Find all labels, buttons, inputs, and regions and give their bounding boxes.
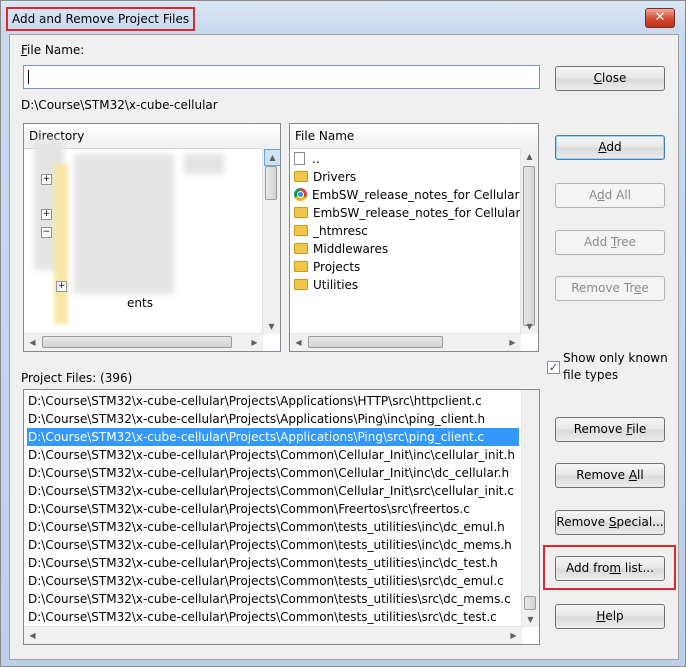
dialog-client-area: File Name: D:\Course\STM32\x-cube-cellul… [9,34,679,660]
file-list-item-label: EmbSW_release_notes_for Cellular 1 [313,206,532,220]
scroll-thumb[interactable] [524,596,536,610]
project-file-row[interactable]: D:\Course\STM32\x-cube-cellular\Projects… [27,446,519,464]
directory-horizontal-scrollbar[interactable]: ◀ ▶ [24,333,263,351]
project-file-row[interactable]: D:\Course\STM32\x-cube-cellular\Projects… [27,410,519,428]
help-button[interactable]: Help [555,604,665,629]
text-caret [28,70,29,84]
project-file-row[interactable]: D:\Course\STM32\x-cube-cellular\Projects… [27,572,519,590]
scroll-left-icon[interactable]: ◀ [25,335,40,350]
add-button[interactable]: Add [555,135,665,160]
expand-icon[interactable]: + [41,209,52,220]
project-file-row[interactable]: D:\Course\STM32\x-cube-cellular\Projects… [27,608,519,626]
expand-icon[interactable]: + [56,281,67,292]
file-list-item-label: EmbSW_release_notes_for Cellular 1 [312,188,531,202]
folder-icon [294,279,308,290]
collapse-icon[interactable]: − [41,227,52,238]
project-files-vertical-scrollbar[interactable]: ▼ [521,390,539,627]
close-button[interactable]: Close [555,66,665,91]
scroll-up-icon[interactable]: ▲ [264,149,280,166]
folder-icon [294,225,308,236]
file-list-item-label: Middlewares [313,242,389,256]
file-list-item[interactable]: Utilities [294,276,358,294]
blurred-folder-strip [54,164,68,324]
add-from-list-button[interactable]: Add from list... [555,556,665,581]
project-file-row[interactable]: D:\Course\STM32\x-cube-cellular\Projects… [27,500,519,518]
scroll-right-icon[interactable]: ▶ [247,335,262,350]
scroll-right-icon[interactable]: ▶ [506,628,521,643]
file-list-item-label: Utilities [313,278,359,292]
scroll-thumb[interactable] [265,166,277,200]
blurred-region [74,154,174,294]
tree-item[interactable]: ents [127,294,153,312]
scroll-left-icon[interactable]: ◀ [25,628,40,643]
folder-icon [294,207,308,218]
scroll-thumb[interactable] [523,166,535,326]
scroll-down-icon[interactable]: ▼ [522,319,537,334]
scroll-right-icon[interactable]: ▶ [505,335,520,350]
file-name-label: File Name: [21,43,85,57]
remove-file-button[interactable]: Remove File [555,417,665,442]
project-file-row[interactable]: D:\Course\STM32\x-cube-cellular\Projects… [27,536,519,554]
folder-icon [294,171,308,182]
add-remove-files-dialog: Add and Remove Project Files ✕ File Name… [0,0,686,667]
check-icon: ✓ [548,361,559,374]
remove-all-button[interactable]: Remove All [555,463,665,488]
directory-tree[interactable]: Directory + + − + ents ▲ ▼ ◀ ▶ [23,123,281,352]
add-all-button[interactable]: Add All [555,183,665,208]
file-list[interactable]: File Name .. Drivers EmbSW_release_notes_f… [289,123,539,352]
file-list-item[interactable]: _htmresc [294,222,368,240]
scroll-left-icon[interactable]: ◀ [291,335,306,350]
folder-icon [294,243,308,254]
project-files-label: Project Files: (396) [21,371,133,385]
expand-icon[interactable]: + [41,174,52,185]
window-title: Add and Remove Project Files [6,7,196,31]
title-bar[interactable]: Add and Remove Project Files ✕ [1,1,685,35]
blurred-region [184,154,224,174]
project-file-row[interactable]: D:\Course\STM32\x-cube-cellular\Projects… [27,482,519,500]
file-name-input[interactable] [23,65,540,89]
file-list-item-label: .. [312,152,320,166]
file-list-item-label: Drivers [313,170,357,184]
project-file-row[interactable]: D:\Course\STM32\x-cube-cellular\Projects… [27,590,519,608]
scroll-thumb[interactable] [42,336,232,348]
document-icon [294,152,305,165]
file-list-item[interactable]: EmbSW_release_notes_for Cellular 1 [294,186,531,204]
remove-special-button[interactable]: Remove Special... [555,510,665,535]
file-list-item-label: _htmresc [313,224,368,238]
show-known-label: Show only known file types [563,351,668,382]
file-list-vertical-scrollbar[interactable]: ▲ ▼ [520,148,538,334]
file-list-horizontal-scrollbar[interactable]: ◀ ▶ [290,333,521,351]
scroll-up-icon[interactable]: ▲ [522,149,537,164]
project-file-row[interactable]: D:\Course\STM32\x-cube-cellular\Projects… [27,392,519,410]
show-known-checkbox[interactable]: ✓ [547,361,560,374]
project-file-row[interactable]: D:\Course\STM32\x-cube-cellular\Projects… [27,464,519,482]
scroll-down-icon[interactable]: ▼ [264,319,279,334]
file-list-item[interactable]: Middlewares [294,240,388,258]
file-list-item[interactable]: .. [294,150,320,168]
directory-vertical-scrollbar[interactable]: ▲ ▼ [262,148,280,334]
current-path: D:\Course\STM32\x-cube-cellular [21,98,218,112]
folder-icon [294,261,308,272]
file-list-header: File Name [290,124,538,149]
remove-tree-button[interactable]: Remove Tree [555,276,665,301]
window-close-button[interactable]: ✕ [645,8,675,28]
project-files-list[interactable]: D:\Course\STM32\x-cube-cellular\Projects… [23,389,540,645]
close-icon: ✕ [654,10,666,25]
project-file-row[interactable]: D:\Course\STM32\x-cube-cellular\Projects… [27,554,519,572]
file-list-item[interactable]: Projects [294,258,360,276]
add-tree-button[interactable]: Add Tree [555,230,665,255]
scroll-thumb[interactable] [308,336,443,348]
chrome-icon [294,188,307,201]
project-files-horizontal-scrollbar[interactable]: ◀ ▶ [24,626,522,644]
file-list-item[interactable]: EmbSW_release_notes_for Cellular 1 [294,204,532,222]
file-list-item-label: Projects [313,260,361,274]
project-file-row[interactable]: D:\Course\STM32\x-cube-cellular\Projects… [27,428,519,446]
project-file-row[interactable]: D:\Course\STM32\x-cube-cellular\Projects… [27,518,519,536]
scroll-down-icon[interactable]: ▼ [523,612,538,627]
file-list-item[interactable]: Drivers [294,168,356,186]
